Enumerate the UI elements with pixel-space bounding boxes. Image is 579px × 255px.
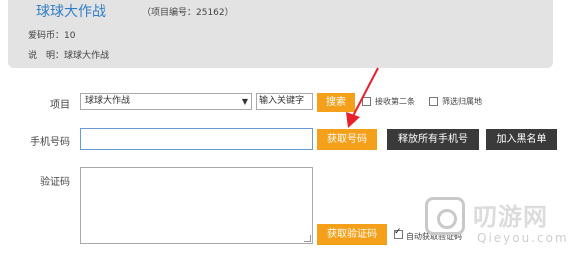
filter-location-checkbox[interactable]: [429, 97, 438, 106]
chevron-down-icon: ▼: [241, 97, 248, 106]
get-verification-code-button[interactable]: 获取验证码: [317, 224, 387, 245]
keyword-input[interactable]: 输入关键字: [256, 93, 313, 110]
verification-code-label: 验证码: [40, 177, 70, 188]
project-select[interactable]: 球球大作战 ▼: [80, 93, 252, 110]
project-code: （项目编号：25162）: [142, 8, 234, 18]
auto-get-code-checkbox[interactable]: [394, 227, 403, 239]
watermark-url: Qieyou.com: [477, 231, 569, 245]
watermark: 叨游网 Qieyou.com: [425, 195, 575, 250]
project-title: 球球大作战: [36, 4, 106, 20]
project-description: 说 明：球球大作战: [28, 51, 110, 61]
phone-input[interactable]: [80, 128, 313, 150]
arrow-shaft: [352, 67, 379, 117]
project-label: 项目: [50, 100, 70, 111]
verification-code-textarea[interactable]: [80, 167, 313, 244]
watermark-text: 叨游网: [473, 203, 548, 231]
phone-label: 手机号码: [30, 137, 70, 148]
filter-location-label: 筛选归属地: [442, 97, 482, 106]
get-number-button[interactable]: 获取号码: [317, 129, 377, 150]
resize-grip-icon[interactable]: [304, 235, 311, 242]
add-to-blacklist-button[interactable]: 加入黑名单: [486, 129, 557, 150]
watermark-logo-icon: [425, 197, 465, 235]
project-info-panel: 球球大作战 （项目编号：25162） 爱码币：10 说 明：球球大作战: [8, 0, 553, 68]
search-button[interactable]: 搜索: [317, 93, 355, 112]
coin-balance: 爱码币：10: [28, 31, 76, 41]
arrow-head: [346, 112, 360, 128]
project-select-value: 球球大作战: [85, 96, 131, 106]
receive-second-label: 接收第二条: [375, 97, 415, 106]
receive-second-checkbox[interactable]: [362, 97, 371, 106]
release-all-numbers-button[interactable]: 释放所有手机号: [387, 129, 479, 150]
